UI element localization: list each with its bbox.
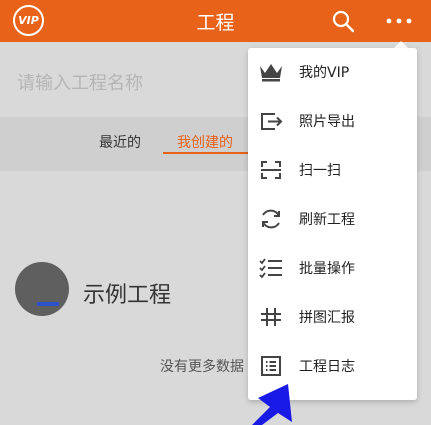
menu-item-collage-report[interactable]: 拼图汇报: [248, 293, 417, 342]
page-title: 工程: [196, 12, 235, 34]
list-footer-text: 没有更多数据: [160, 359, 244, 375]
top-app-bar: VIP 工程: [0, 0, 431, 42]
log-icon: [261, 356, 281, 376]
menu-item-label: 扫一扫: [299, 163, 341, 179]
export-icon: [261, 113, 283, 130]
scan-icon: [261, 161, 281, 179]
menu-item-scan[interactable]: 扫一扫: [248, 146, 417, 195]
overflow-menu: 我的VIP 照片导出 扫一扫 刷新工程 批量操作 拼图汇报 工程日志: [248, 48, 417, 400]
pointer-arrow-icon: [252, 384, 292, 425]
checklist-icon: [259, 258, 282, 279]
search-icon[interactable]: [331, 9, 355, 33]
menu-item-label: 批量操作: [299, 261, 355, 277]
thumbnail-mark: [37, 302, 59, 306]
menu-item-my-vip[interactable]: 我的VIP: [248, 48, 417, 97]
more-menu-icon[interactable]: [384, 9, 414, 33]
crown-icon: [260, 64, 282, 82]
menu-item-label: 工程日志: [299, 359, 355, 375]
tab-created-by-me[interactable]: 我创建的: [177, 132, 233, 152]
menu-item-label: 照片导出: [299, 114, 355, 130]
project-thumbnail: [15, 262, 69, 316]
menu-item-label: 我的VIP: [299, 65, 350, 81]
tab-recent[interactable]: 最近的: [99, 132, 141, 152]
menu-item-refresh-projects[interactable]: 刷新工程: [248, 195, 417, 244]
project-name: 示例工程: [83, 283, 172, 308]
menu-item-label: 刷新工程: [299, 212, 355, 228]
menu-item-export-photos[interactable]: 照片导出: [248, 97, 417, 146]
hashtag-icon: [261, 308, 281, 326]
refresh-icon: [262, 209, 280, 229]
menu-item-label: 拼图汇报: [299, 310, 355, 326]
menu-item-batch-operations[interactable]: 批量操作: [248, 244, 417, 293]
